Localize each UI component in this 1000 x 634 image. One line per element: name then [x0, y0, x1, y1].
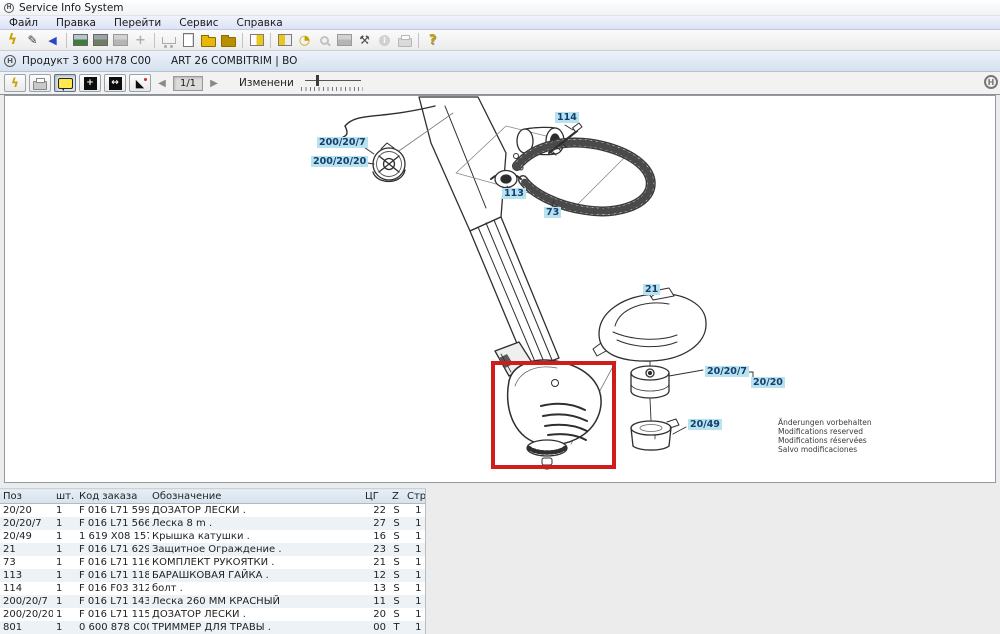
table-row[interactable]: 20/4911 619 X08 157Крышка катушки .16S1	[0, 530, 425, 543]
graphic-icon[interactable]	[71, 32, 90, 49]
toolbar-separator	[66, 33, 67, 48]
callout-200-20-7[interactable]: 200/20/7	[317, 137, 368, 148]
bosch-logo-edge-icon: H	[984, 75, 998, 89]
table-row[interactable]: 211F 016 L71 629Защитное Ограждение .23S…	[0, 543, 425, 556]
hints-toggle-button[interactable]	[54, 74, 76, 92]
new-document-icon[interactable]	[179, 32, 198, 49]
fit-page-icon: +	[84, 77, 97, 90]
table-row[interactable]: 1141F 016 F03 312болт .13S1	[0, 582, 425, 595]
table-row[interactable]: 1131F 016 L71 118БАРАШКОВАЯ ГАЙКА .12S1	[0, 569, 425, 582]
col-pos[interactable]: Поз	[0, 489, 53, 504]
menu-service[interactable]: Сервис	[170, 17, 227, 29]
article-label: ART 26 COMBITRIM | BO	[171, 55, 297, 67]
tools-icon[interactable]: ⚒	[355, 32, 374, 49]
bosch-logo-icon: H	[4, 55, 16, 67]
info-icon: i	[375, 32, 394, 49]
col-z[interactable]: Z	[389, 489, 404, 504]
parts-table: Поз шт. Код заказа Обозначение ЦГ Z Стра…	[0, 488, 426, 634]
fit-width-button[interactable]: ↔	[104, 74, 126, 92]
modifications-notice: Änderungen vorbehalten Modifications res…	[778, 418, 872, 454]
fit-page-button[interactable]: +	[79, 74, 101, 92]
parts-list-icon[interactable]	[247, 32, 266, 49]
table-row[interactable]: 20/201F 016 L71 599ДОЗАТОР ЛЕСКИ .22S1	[0, 504, 425, 518]
exit-button[interactable]: ϟ	[4, 74, 26, 92]
help-icon[interactable]: ?	[423, 32, 442, 49]
menu-edit[interactable]: Правка	[47, 17, 105, 29]
print-button[interactable]	[29, 74, 51, 92]
menu-help[interactable]: Справка	[227, 17, 291, 29]
callout-73[interactable]: 73	[544, 207, 561, 218]
table-row[interactable]: 200/20/71F 016 L71 143Леска 260 ММ КРАСН…	[0, 595, 425, 608]
cart-icon	[159, 32, 178, 49]
parts-table-area: Поз шт. Код заказа Обозначение ЦГ Z Стра…	[0, 488, 1000, 634]
table-header-row: Поз шт. Код заказа Обозначение ЦГ Z Стра…	[0, 489, 425, 504]
table-row[interactable]: 731F 016 L71 116КОМПЛЕКТ РУКОЯТКИ .21S1	[0, 556, 425, 569]
printer-icon	[33, 81, 47, 90]
callout-114[interactable]: 114	[555, 112, 579, 123]
callout-20-20-7[interactable]: 20/20/7	[705, 366, 749, 377]
history-icon[interactable]: ◔	[295, 32, 314, 49]
lightning-icon: ϟ	[11, 76, 19, 90]
toolbar-separator	[418, 33, 419, 48]
slider-ticks	[301, 87, 363, 91]
open-folder-icon[interactable]	[199, 32, 218, 49]
back-icon[interactable]: ◀	[43, 32, 62, 49]
viewer-toolbar: ϟ + ↔ ◣ ◀ 1/1 ▶ Изменени H	[0, 72, 1000, 95]
menu-bar: Файл Правка Перейти Сервис Справка	[0, 16, 1000, 30]
col-desc[interactable]: Обозначение	[149, 489, 362, 504]
print-icon	[395, 32, 414, 49]
prev-page-button[interactable]: ◀	[154, 75, 170, 91]
speech-bubble-icon	[58, 78, 73, 89]
info-book-icon[interactable]	[275, 32, 294, 49]
menu-file[interactable]: Файл	[0, 17, 47, 29]
table-row[interactable]: 200/20/201F 016 L71 115ДОЗАТОР ЛЕСКИ .20…	[0, 608, 425, 621]
col-country[interactable]: Стран	[404, 489, 425, 504]
callout-200-20-20[interactable]: 200/20/20	[311, 156, 368, 167]
toolbar-separator	[154, 33, 155, 48]
next-page-button[interactable]: ▶	[206, 75, 222, 91]
app-icon: H	[4, 3, 14, 13]
hotspot-icon: +	[131, 32, 150, 49]
diagram-panel[interactable]: 200/20/7 200/20/20 114 113 73 21 20/20/7…	[4, 95, 996, 483]
selection-zoom-button[interactable]: ◣	[129, 74, 151, 92]
page-indicator: 1/1	[173, 76, 203, 91]
graphic-alt-icon[interactable]	[91, 32, 110, 49]
exit-icon[interactable]: ϟ	[3, 32, 22, 49]
closed-folder-icon[interactable]	[219, 32, 238, 49]
product-label: Продукт 3 600 H78 C00	[22, 55, 151, 67]
product-bar: H Продукт 3 600 H78 C00 ART 26 COMBITRIM…	[0, 51, 1000, 72]
toolbar-separator	[242, 33, 243, 48]
selection-zoom-icon: ◣	[136, 78, 144, 89]
zoom-icon	[315, 32, 334, 49]
callout-113[interactable]: 113	[502, 188, 526, 199]
title-bar: H Service Info System	[0, 0, 1000, 16]
col-qty[interactable]: шт.	[53, 489, 76, 504]
table-row[interactable]: 80110 600 878 C00ТРИММЕР ДЛЯ ТРАВЫ .00T1	[0, 621, 425, 634]
slider-handle[interactable]	[316, 75, 319, 86]
zoom-slider-label: Изменени	[239, 77, 294, 89]
fit-width-icon: ↔	[109, 77, 122, 90]
callout-21[interactable]: 21	[643, 284, 660, 295]
main-toolbar: ϟ ✎ ◀ + ◔ ⚒ i ?	[0, 30, 1000, 51]
table-row[interactable]: 20/20/71F 016 L71 566Леска 8 m .27S1	[0, 517, 425, 530]
graphic-disabled-icon	[111, 32, 130, 49]
callout-20-49[interactable]: 20/49	[688, 419, 722, 430]
col-cg[interactable]: ЦГ	[362, 489, 389, 504]
callout-20-20[interactable]: 20/20	[751, 377, 785, 388]
col-code[interactable]: Код заказа	[76, 489, 149, 504]
graphic2-disabled-icon	[335, 32, 354, 49]
window-title: Service Info System	[19, 2, 124, 14]
menu-goto[interactable]: Перейти	[105, 17, 170, 29]
toolbar-separator	[270, 33, 271, 48]
slider-track	[305, 80, 361, 81]
zoom-slider[interactable]	[305, 75, 367, 91]
manual-icon[interactable]: ✎	[23, 32, 42, 49]
